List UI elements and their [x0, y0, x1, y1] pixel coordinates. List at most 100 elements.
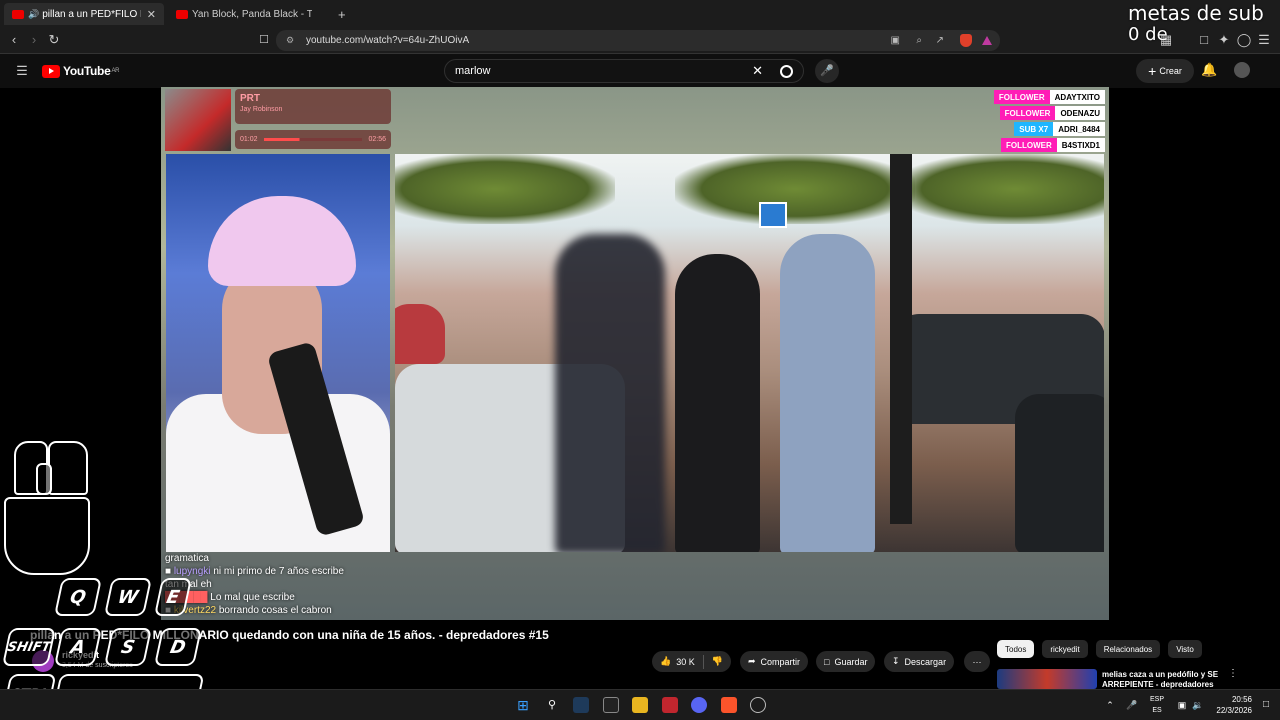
tree [675, 154, 915, 224]
music-artist: Jay Robinson [240, 106, 283, 113]
zoom-icon[interactable]: ⌕ [916, 35, 922, 46]
mouse-body [4, 497, 90, 575]
language-indicator[interactable]: ESP ES [1148, 694, 1166, 716]
share-url-icon[interactable]: ↗ [936, 35, 944, 46]
chip-todos[interactable]: Todos [997, 640, 1035, 658]
reader-icon[interactable]: ▣ [891, 35, 900, 46]
key-a: A [53, 628, 103, 666]
related-video-thumbnail[interactable] [997, 669, 1097, 689]
search-input[interactable]: marlow ✕ [444, 59, 804, 83]
more-actions-button[interactable]: ··· [964, 651, 990, 672]
forward-icon[interactable]: › [26, 32, 42, 48]
notifications-bell-icon[interactable]: 🔔 [1201, 62, 1217, 78]
video-player[interactable]: PRT Jay Robinson 01:02 02:56 FOLLOWER AD… [161, 87, 1109, 620]
music-total: 02:56 [368, 136, 386, 143]
music-progress-bar [263, 138, 363, 141]
youtube-favicon-icon [12, 9, 24, 19]
thumbs-down-icon[interactable]: 👎 [712, 656, 723, 667]
album-art [165, 89, 231, 151]
chat-user: lupyngki [173, 566, 211, 577]
more-icon: ··· [972, 656, 982, 667]
hamburger-menu-icon[interactable]: ☰ [14, 63, 30, 79]
tab-active[interactable]: 🔊 pillan a un PED*FILO MILLONA ✕ [4, 3, 164, 25]
bookmark-icon[interactable]: ☐ [256, 32, 272, 48]
chip-watched[interactable]: Visto [1168, 640, 1202, 658]
share-button[interactable]: ➦ Compartir [740, 651, 809, 672]
obs-icon[interactable] [750, 697, 766, 713]
lang-top: ESP [1149, 696, 1164, 703]
key-s: S [103, 628, 153, 666]
brave-shield-icon[interactable] [960, 34, 972, 47]
webcam-cap [208, 196, 356, 286]
lang-bottom: ES [1152, 707, 1162, 714]
search-icon[interactable] [780, 64, 793, 78]
alert-kind: SUB X7 [1014, 122, 1054, 136]
related-more-icon[interactable]: ⋮ [1228, 668, 1238, 679]
youtube-wordmark: YouTube [63, 64, 111, 78]
url-field[interactable]: ⚙ youtube.com/watch?v=64u-ZhUOivA ▣ ⌕ ↗ [276, 30, 1000, 51]
save-button[interactable]: □ Guardar [816, 651, 876, 672]
music-title: PRT [240, 93, 260, 104]
region-label: AR [111, 68, 120, 74]
tab-label: Yan Block, Panda Black - Talento (Vid [192, 8, 312, 20]
crosswalk-sign [759, 202, 787, 228]
rewards-icon[interactable] [982, 36, 992, 45]
create-label: Crear [1159, 66, 1182, 76]
related-video-title[interactable]: melias caza a un pedófilo y SE ARREPIENT… [1102, 670, 1232, 689]
amd-icon[interactable] [662, 697, 678, 713]
chip-related[interactable]: Relacionados [1095, 640, 1161, 658]
windows-start-icon[interactable]: ⊞ [515, 697, 531, 713]
tray-chevron-icon[interactable]: ⌃ [1102, 697, 1118, 713]
lamp-post [890, 154, 912, 524]
clear-search-icon[interactable]: ✕ [752, 63, 763, 79]
new-tab-button[interactable]: + [330, 3, 354, 25]
music-widget: PRT Jay Robinson 01:02 02:56 [165, 89, 391, 151]
avatar[interactable] [1234, 62, 1250, 78]
plus-icon: + [1148, 63, 1157, 79]
stream-chat: gramatica ■ lupyngki ni mi primo de 7 añ… [165, 552, 625, 617]
youtube-logo[interactable]: YouTube AR [42, 64, 119, 78]
divider [702, 654, 704, 669]
site-info-icon[interactable]: ⚙ [286, 35, 294, 46]
speaker-icon: 🔊 [28, 8, 40, 19]
brave-browser-icon[interactable] [721, 697, 737, 713]
car [395, 304, 445, 364]
steam-icon[interactable] [573, 697, 589, 713]
like-count: 30 K [676, 656, 695, 667]
key-d: D [153, 628, 203, 666]
discord-icon[interactable] [691, 697, 707, 713]
alert-name: ODENAZU [1055, 106, 1105, 120]
tab-inactive[interactable]: Yan Block, Panda Black - Talento (Vid [168, 3, 320, 25]
youtube-favicon-icon [176, 9, 188, 19]
alert-kind: FOLLOWER [993, 90, 1050, 104]
url-text: youtube.com/watch?v=64u-ZhUOivA [306, 35, 470, 46]
video-scene [395, 154, 1104, 552]
file-explorer-icon[interactable] [632, 697, 648, 713]
create-button[interactable]: + Crear [1136, 59, 1194, 83]
notification-center-icon[interactable]: □ [1258, 697, 1274, 713]
tray-mic-icon[interactable]: 🎤 [1124, 697, 1140, 713]
download-label: Descargar [904, 656, 947, 667]
related-filter-chips: Todos rickyedit Relacionados Visto [997, 640, 1202, 658]
reload-icon[interactable]: ↻ [46, 32, 62, 48]
epic-games-icon[interactable] [603, 697, 619, 713]
back-icon[interactable]: ‹ [6, 32, 22, 48]
system-clock[interactable]: 20:56 22/3/2026 [1208, 694, 1252, 716]
chat-text: Lo mal que escribe [210, 592, 295, 603]
volume-icon[interactable]: 🔉 [1190, 697, 1206, 713]
taskbar-search-icon[interactable]: ⚲ [544, 697, 560, 713]
person [675, 254, 760, 552]
tree [395, 154, 615, 224]
chat-text: ni mi primo de 7 años escribe [213, 566, 344, 577]
clock-time: 20:56 [1231, 695, 1252, 704]
download-button[interactable]: ↧ Descargar [884, 651, 955, 672]
tab-close-icon[interactable]: ✕ [147, 8, 156, 21]
sub-goal-overlay: metas de sub 0 de [1128, 2, 1264, 46]
like-button[interactable]: 👍 30 K 👎 [652, 651, 731, 672]
tree [895, 154, 1104, 224]
network-icon[interactable]: ▣ [1174, 697, 1190, 713]
chip-channel[interactable]: rickyedit [1042, 640, 1088, 658]
clock-date: 22/3/2026 [1216, 706, 1252, 715]
voice-search-icon[interactable]: 🎤 [815, 59, 839, 83]
music-progress: 01:02 02:56 [235, 130, 391, 149]
